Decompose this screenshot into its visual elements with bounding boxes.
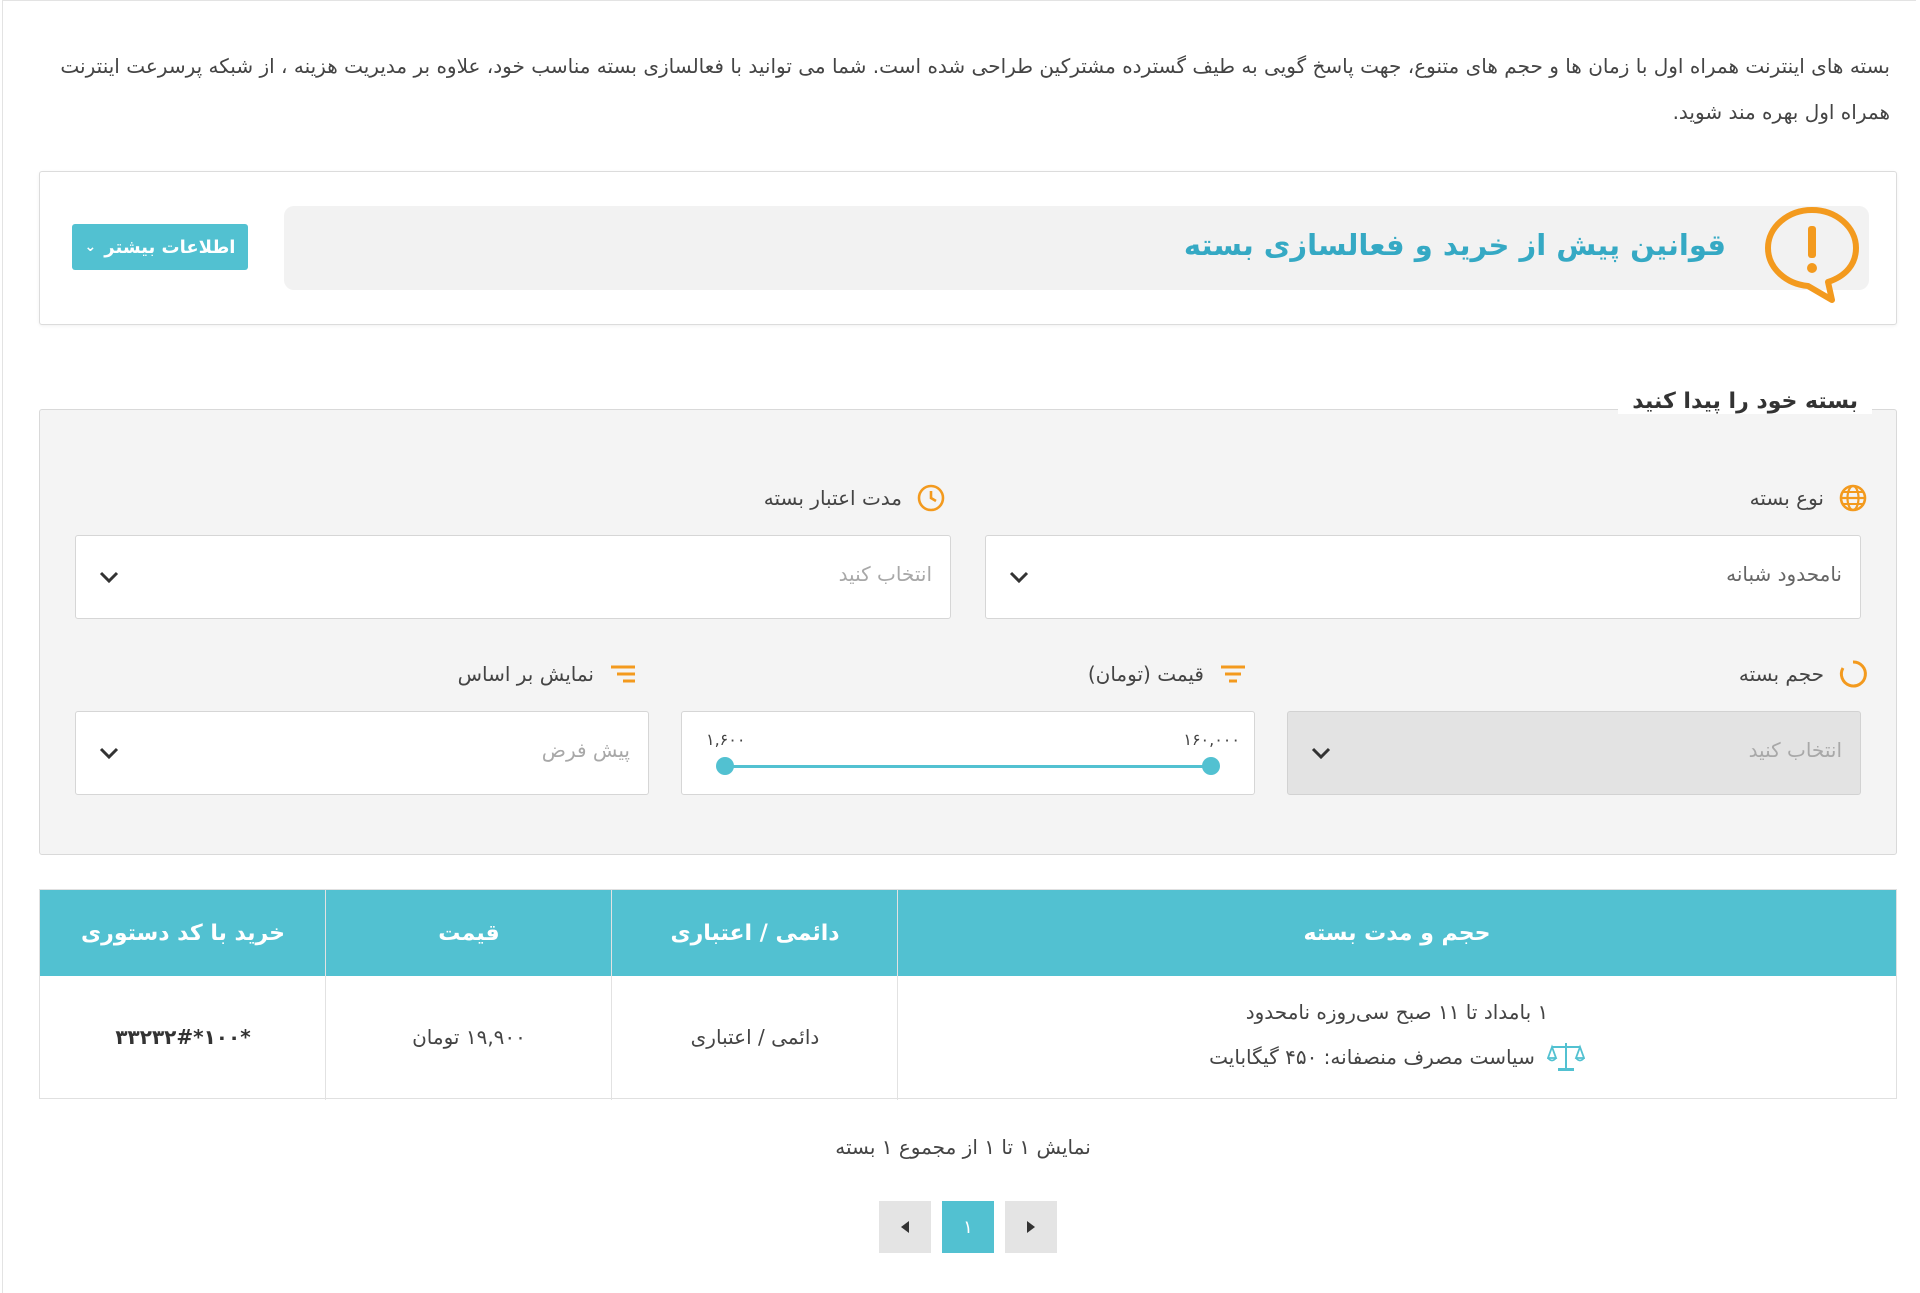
volume-label-row: حجم بسته — [1739, 659, 1868, 689]
range-max-handle[interactable] — [1202, 757, 1220, 775]
validity-label-row: مدت اعتبار بسته — [764, 483, 946, 513]
validity-label: مدت اعتبار بسته — [763, 486, 902, 510]
alert-bubble-icon — [1765, 207, 1859, 303]
range-track — [724, 765, 1212, 768]
row-price: ۱۹,۹۰۰ تومان — [412, 1025, 526, 1049]
page-button-current[interactable]: ۱ — [942, 1201, 994, 1253]
sort-select[interactable]: پیش فرض — [75, 711, 649, 795]
package-type-select[interactable]: نامحدود شبانه — [985, 535, 1861, 619]
more-info-label: اطلاعات بیشتر — [104, 236, 236, 258]
clock-icon — [917, 484, 945, 512]
chevron-down-icon — [99, 747, 119, 760]
row-ussd-code[interactable]: *۱۰۰*۳۳۲۳۲# — [40, 976, 326, 1098]
volume-label: حجم بسته — [1738, 662, 1824, 686]
next-arrow-icon — [1027, 1221, 1035, 1233]
row-type: دائمی / اعتباری — [690, 1025, 820, 1049]
price-min: ۱,۶۰۰ — [706, 730, 746, 749]
sort-placeholder: پیش فرض — [541, 738, 630, 762]
sort-label-row: نمایش بر اساس — [458, 659, 638, 689]
volume-placeholder: انتخاب کنید — [1748, 738, 1842, 762]
packages-table: حجم و مدت بسته دائمی / اعتباری قیمت خرید… — [39, 889, 1897, 1100]
chevron-down-icon — [1311, 747, 1331, 760]
scale-icon — [1546, 1043, 1585, 1071]
price-label-row: قیمت (تومان) — [1088, 659, 1248, 689]
package-type-label: نوع بسته — [1749, 486, 1824, 510]
header-code: خرید با کد دستوری — [80, 920, 286, 946]
policy-row: سیاست مصرف منصفانه: ۴۵۰ گیگابایت — [898, 1040, 1896, 1074]
circle-progress-icon — [1839, 660, 1867, 688]
chevron-down-icon: ⌄ — [84, 239, 97, 255]
prev-page-button[interactable] — [879, 1201, 931, 1253]
package-type-label-row: نوع بسته — [1750, 483, 1868, 513]
price-range-slider[interactable]: ۱,۶۰۰ ۱۶۰,۰۰۰ — [681, 711, 1255, 795]
package-name: ۱ بامداد تا ۱۱ صبح سی‌روزه نامحدود — [1245, 1000, 1549, 1024]
range-min-handle[interactable] — [716, 757, 734, 775]
next-page-button[interactable] — [1005, 1201, 1057, 1253]
prev-arrow-icon — [901, 1221, 909, 1233]
sort-icon — [611, 665, 635, 683]
filter-icon — [1221, 665, 1245, 683]
results-summary: نمایش ۱ تا ۱ از مجموع ۱ بسته — [835, 1135, 1091, 1159]
package-type-value: نامحدود شبانه — [1726, 562, 1842, 586]
rules-title: قوانین پیش از خرید و فعالسازی بسته — [1183, 228, 1726, 262]
page: بسته های اینترنت همراه اول با زمان ها و … — [2, 0, 1916, 1293]
header-type: دائمی / اعتباری — [670, 920, 840, 946]
price-max: ۱۶۰,۰۰۰ — [1183, 730, 1240, 749]
sort-label: نمایش بر اساس — [457, 662, 594, 686]
table-row: ۱ بامداد تا ۱۱ صبح سی‌روزه نامحدود سیاست… — [898, 976, 1896, 1098]
pagination: ۱ — [3, 1201, 1920, 1253]
header-package: حجم و مدت بسته — [1303, 920, 1491, 946]
intro-text: بسته های اینترنت همراه اول با زمان ها و … — [60, 54, 1890, 124]
validity-placeholder: انتخاب کنید — [838, 562, 932, 586]
more-info-button[interactable]: اطلاعات بیشتر ⌄ — [72, 224, 248, 270]
filter-legend: بسته خود را پیدا کنید — [1618, 389, 1872, 414]
rules-panel: قوانین پیش از خرید و فعالسازی بسته اطلاع… — [39, 171, 1897, 325]
header-price: قیمت — [438, 920, 500, 946]
fair-use-policy: سیاست مصرف منصفانه: ۴۵۰ گیگابایت — [1209, 1045, 1535, 1069]
price-label: قیمت (تومان) — [1087, 662, 1204, 686]
chevron-down-icon — [99, 571, 119, 584]
globe-icon — [1839, 484, 1867, 512]
chevron-down-icon — [1009, 571, 1029, 584]
validity-select[interactable]: انتخاب کنید — [75, 535, 951, 619]
volume-select[interactable]: انتخاب کنید — [1287, 711, 1861, 795]
